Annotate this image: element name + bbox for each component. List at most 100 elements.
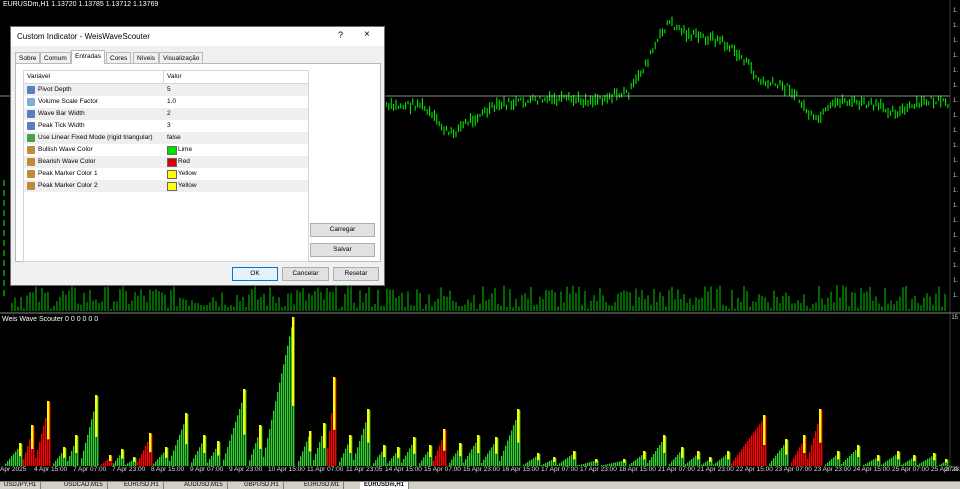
- wave-bar: [302, 451, 304, 466]
- wave-bar: [241, 402, 243, 466]
- peak-marker: [429, 445, 432, 457]
- peak-marker: [63, 447, 66, 458]
- wave-bar: [347, 444, 349, 466]
- wave-bar: [173, 450, 175, 466]
- input-name: Pivot Depth: [38, 86, 72, 93]
- input-row[interactable]: Peak Marker Color 1 Yellow: [24, 168, 308, 180]
- wave-bar: [215, 448, 217, 466]
- wave-bar: [659, 445, 661, 466]
- time-axis: Apr 2025 4 Apr 15:00 7 Apr 07:00 7 Apr 23:0…: [0, 466, 960, 477]
- price-tick: 1.: [952, 128, 958, 134]
- input-row[interactable]: Wave Bar Width 2: [24, 108, 308, 120]
- input-value[interactable]: Red: [178, 158, 190, 165]
- input-row[interactable]: Bearish Wave Color Red: [24, 156, 308, 168]
- cancel-button[interactable]: Cancelar: [282, 267, 329, 281]
- wave-bar: [815, 431, 817, 466]
- wave-bar: [25, 452, 27, 466]
- input-name: Bearish Wave Color: [38, 158, 96, 165]
- color-swatch[interactable]: [167, 182, 177, 191]
- ok-button[interactable]: OK: [232, 267, 278, 281]
- help-button[interactable]: ?: [338, 30, 343, 40]
- peak-marker: [203, 435, 206, 453]
- color-icon: [27, 182, 35, 190]
- color-icon: [27, 170, 35, 178]
- color-icon: [27, 158, 35, 166]
- peak-marker: [945, 459, 948, 463]
- price-tick: 1.: [952, 23, 958, 29]
- wave-bar: [363, 428, 365, 466]
- wave-bar: [319, 442, 321, 466]
- wave-bar: [741, 449, 743, 466]
- wave-bar: [267, 438, 269, 466]
- dialog-titlebar[interactable]: Custom Indicator - WeisWaveScouter ? ×: [11, 27, 384, 46]
- wave-bar: [395, 453, 397, 466]
- wave-bar: [27, 446, 29, 466]
- time-tick: 24 Apr 15:00: [853, 466, 890, 473]
- wave-bar: [453, 456, 455, 466]
- wave-bar: [327, 448, 329, 466]
- input-row[interactable]: Volume Scale Factor 1.0: [24, 96, 308, 108]
- wave-bar: [455, 453, 457, 466]
- tab-entradas[interactable]: Entradas: [71, 50, 106, 64]
- wave-bar: [13, 453, 15, 466]
- peak-marker: [443, 429, 446, 451]
- wave-bar: [535, 456, 537, 466]
- wave-bar: [183, 424, 185, 466]
- save-button[interactable]: Salvar: [310, 243, 375, 257]
- wave-bar: [229, 440, 231, 466]
- wave-bar: [677, 454, 679, 466]
- input-row[interactable]: Pivot Depth 5: [24, 84, 308, 96]
- wave-bar: [177, 440, 179, 466]
- wave-bar: [831, 459, 833, 466]
- wave-bar: [637, 458, 639, 466]
- wave-bar: [41, 434, 43, 466]
- peak-marker: [165, 447, 168, 458]
- close-button[interactable]: ×: [364, 29, 370, 40]
- bool-icon: [27, 134, 35, 142]
- wave-bar: [253, 448, 255, 466]
- wave-bar: [117, 458, 119, 466]
- color-swatch[interactable]: [167, 170, 177, 179]
- input-row[interactable]: Bullish Wave Color Lime: [24, 144, 308, 156]
- input-value[interactable]: Yellow: [178, 182, 197, 189]
- input-value[interactable]: Yellow: [178, 170, 197, 177]
- load-button[interactable]: Carregar: [310, 223, 375, 237]
- input-value[interactable]: Lime: [178, 146, 192, 153]
- wave-bar: [331, 413, 333, 466]
- wave-bar: [411, 445, 413, 466]
- wave-bar: [781, 447, 783, 466]
- wave-bar: [231, 434, 233, 466]
- input-value[interactable]: 5: [167, 86, 171, 93]
- wave-bar: [855, 450, 857, 466]
- wave-bar: [393, 455, 395, 466]
- time-tick: 4 Apr 15:00: [34, 466, 68, 473]
- input-row[interactable]: Peak Tick Width 3: [24, 120, 308, 132]
- wave-bar: [175, 445, 177, 466]
- custom-indicator-dialog: Custom Indicator - WeisWaveScouter ? × S…: [10, 26, 385, 286]
- wave-bar: [199, 447, 201, 466]
- peak-marker: [709, 457, 712, 462]
- wave-bar: [745, 443, 747, 466]
- price-tick: 1.: [952, 8, 958, 14]
- wave-bar: [381, 451, 383, 466]
- wave-bar: [201, 443, 203, 466]
- wave-bar: [171, 455, 173, 466]
- reset-button[interactable]: Resetar: [333, 267, 379, 281]
- wave-bar: [441, 440, 443, 466]
- wave-bar: [379, 454, 381, 466]
- input-row[interactable]: Use Linear Fixed Mode (rigid triangular)…: [24, 132, 308, 144]
- peak-marker: [663, 435, 666, 453]
- wave-bar: [161, 454, 163, 466]
- input-value[interactable]: 1.0: [167, 98, 176, 105]
- color-swatch[interactable]: [167, 146, 177, 155]
- input-row[interactable]: Peak Marker Color 2 Yellow: [24, 180, 308, 192]
- peak-marker: [149, 433, 152, 453]
- wave-bar: [107, 459, 109, 466]
- input-value[interactable]: 3: [167, 122, 171, 129]
- wave-bar: [251, 454, 253, 466]
- input-value[interactable]: false: [167, 134, 181, 141]
- color-swatch[interactable]: [167, 158, 177, 167]
- wave-bar: [405, 455, 407, 466]
- variable-column-header: Variável: [27, 73, 51, 80]
- input-value[interactable]: 2: [167, 110, 171, 117]
